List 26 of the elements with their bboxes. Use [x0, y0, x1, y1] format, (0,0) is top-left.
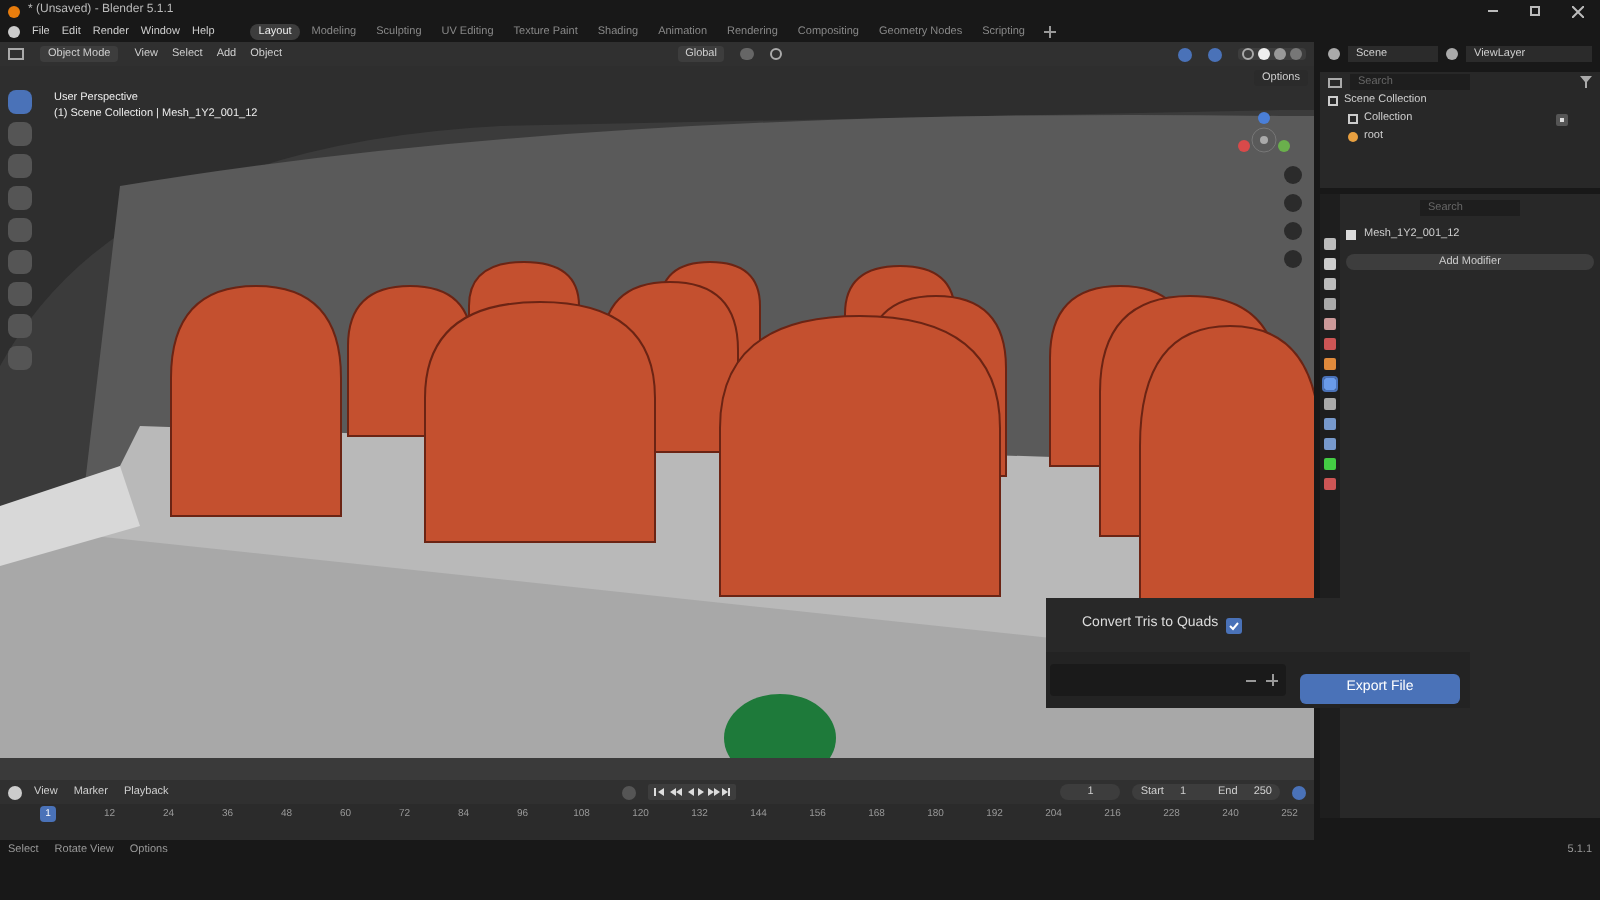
filter-icon[interactable] [1580, 76, 1592, 88]
properties-tab-icon[interactable] [1324, 358, 1336, 370]
number-field[interactable] [1050, 664, 1286, 696]
properties-tab-icon[interactable] [1324, 398, 1336, 410]
properties-tab-icon[interactable] [1324, 478, 1336, 490]
properties-tab-icon[interactable] [1324, 298, 1336, 310]
include-checkbox[interactable] [1556, 113, 1568, 125]
properties-tab-icon[interactable] [1324, 318, 1336, 330]
shading-buttons[interactable] [1238, 48, 1307, 60]
convert-checkbox[interactable] [1226, 617, 1243, 633]
properties-tab-icon[interactable] [1324, 338, 1336, 350]
properties-tab-icon[interactable] [1324, 238, 1336, 250]
properties-tab-icon[interactable] [1324, 438, 1336, 450]
display-mode-icon[interactable] [1328, 77, 1342, 87]
playback-controls[interactable] [648, 784, 737, 800]
plus-icon[interactable] [1266, 674, 1278, 686]
proportional-icon[interactable] [770, 48, 783, 60]
properties-tab-icon[interactable] [1324, 418, 1336, 430]
maximize-icon[interactable] [1530, 6, 1540, 16]
properties-tab-icon[interactable] [1324, 378, 1336, 390]
properties-tab-icon[interactable] [1324, 258, 1336, 270]
add-workspace-icon[interactable] [1044, 26, 1057, 38]
close-icon[interactable] [1572, 5, 1584, 17]
properties-tab-icon[interactable] [1324, 458, 1336, 470]
minus-icon[interactable] [1246, 679, 1256, 681]
properties-tab-icon[interactable] [1324, 278, 1336, 290]
